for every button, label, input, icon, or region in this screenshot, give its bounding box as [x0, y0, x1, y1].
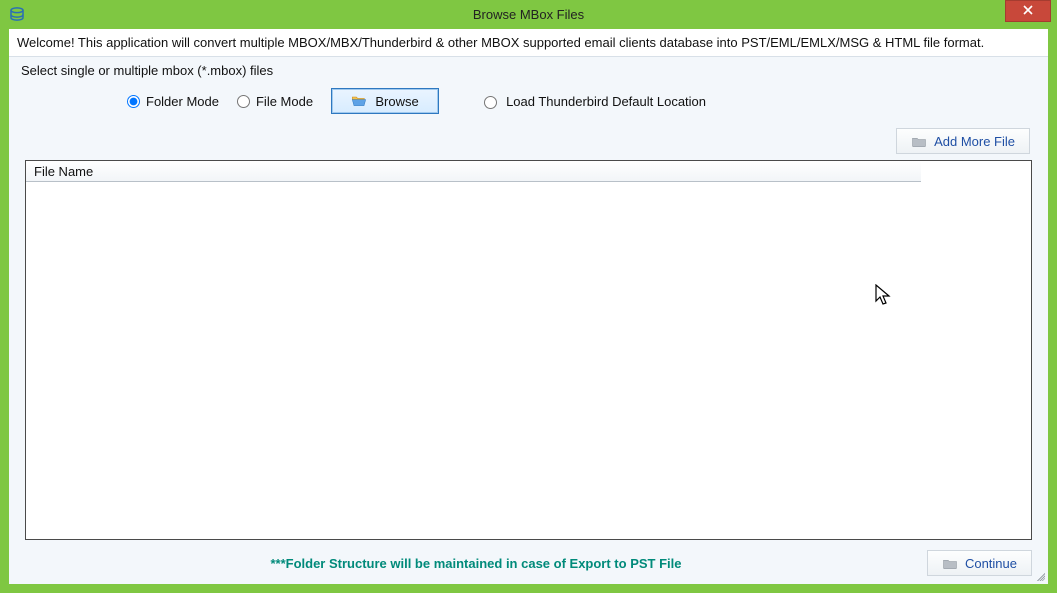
- folder-open-icon: [351, 94, 367, 108]
- radio-load-default[interactable]: Load Thunderbird Default Location: [479, 93, 706, 109]
- browse-button[interactable]: Browse: [331, 88, 439, 114]
- file-grid[interactable]: File Name: [25, 160, 1032, 540]
- add-more-file-button[interactable]: Add More File: [896, 128, 1030, 154]
- radio-file-mode-input[interactable]: [237, 95, 250, 108]
- close-button[interactable]: [1005, 0, 1051, 22]
- folder-icon: [942, 557, 958, 570]
- radio-folder-mode[interactable]: Folder Mode: [127, 94, 219, 109]
- radio-file-mode[interactable]: File Mode: [237, 94, 313, 109]
- radio-load-default-input[interactable]: [484, 96, 497, 109]
- radio-folder-mode-input[interactable]: [127, 95, 140, 108]
- footer-note: ***Folder Structure will be maintained i…: [25, 556, 927, 571]
- radio-folder-mode-label: Folder Mode: [146, 94, 219, 109]
- app-icon: [8, 5, 26, 23]
- window-title: Browse MBox Files: [0, 7, 1057, 22]
- welcome-text: Welcome! This application will convert m…: [9, 29, 1048, 57]
- mode-group: Select single or multiple mbox (*.mbox) …: [9, 57, 1048, 122]
- options-row: Folder Mode File Mode Browse: [17, 84, 1040, 122]
- continue-button-label: Continue: [965, 556, 1017, 571]
- continue-button[interactable]: Continue: [927, 550, 1032, 576]
- group-title: Select single or multiple mbox (*.mbox) …: [21, 63, 1040, 78]
- window-frame: Browse MBox Files Welcome! This applicat…: [0, 0, 1057, 593]
- add-more-file-label: Add More File: [934, 134, 1015, 149]
- close-icon: [1023, 5, 1033, 18]
- add-more-row: Add More File: [9, 122, 1048, 160]
- radio-load-default-label: Load Thunderbird Default Location: [506, 94, 706, 109]
- grid-column-filename[interactable]: File Name: [26, 162, 101, 181]
- folder-icon: [911, 135, 927, 148]
- browse-button-label: Browse: [375, 94, 418, 109]
- title-bar[interactable]: Browse MBox Files: [0, 0, 1057, 28]
- grid-header[interactable]: File Name: [26, 161, 921, 182]
- footer: ***Folder Structure will be maintained i…: [9, 540, 1048, 584]
- radio-file-mode-label: File Mode: [256, 94, 313, 109]
- client-area: Welcome! This application will convert m…: [8, 28, 1049, 585]
